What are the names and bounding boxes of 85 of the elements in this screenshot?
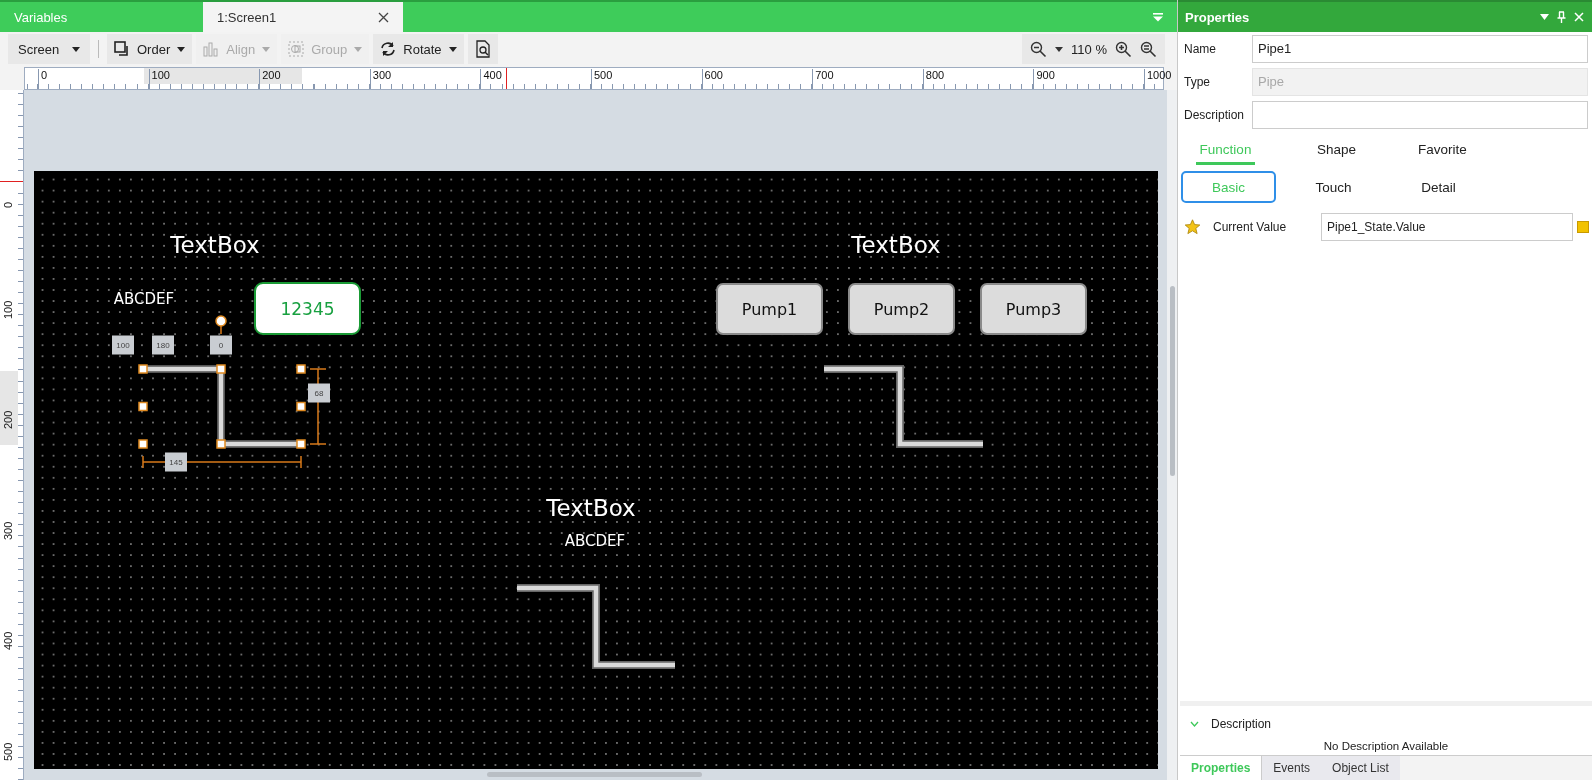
preview-button[interactable] (467, 34, 498, 64)
pipe[interactable] (517, 584, 675, 669)
scrollbar-thumb[interactable] (1170, 286, 1175, 476)
document-search-icon (474, 40, 491, 58)
rotation-handle[interactable] (215, 315, 227, 335)
field-label: Type (1183, 74, 1211, 89)
text-field[interactable]: Pipe1 (1252, 34, 1588, 63)
ruler-label: 500 (591, 69, 613, 89)
ruler-label: 400 (2, 632, 14, 651)
ruler-label: 200 (2, 410, 14, 430)
close-icon[interactable] (378, 11, 389, 23)
ruler-label: 700 (812, 69, 834, 89)
textbox-label[interactable]: TextBox (851, 232, 941, 258)
overlapping-squares-icon (114, 41, 130, 57)
text-field[interactable] (1252, 100, 1588, 129)
resize-handle[interactable] (138, 364, 148, 374)
pump-button[interactable]: Pump2 (848, 283, 955, 335)
zoom-fit-icon[interactable] (1140, 40, 1157, 58)
property-tab[interactable]: Favorite (1418, 135, 1467, 165)
zoom-out-icon[interactable] (1030, 40, 1048, 58)
star-icon[interactable] (1184, 219, 1201, 235)
zoom-level: 110 % (1071, 41, 1107, 57)
panel-tab[interactable]: Object List (1321, 756, 1400, 780)
zoom-in-icon[interactable] (1115, 40, 1132, 58)
resize-handle[interactable] (138, 401, 148, 412)
resize-handle[interactable] (138, 439, 148, 449)
ruler-label: 800 (922, 69, 945, 89)
ruler-label: 0 (2, 201, 14, 208)
ruler-label: 200 (259, 69, 281, 89)
subtab[interactable]: Touch (1286, 171, 1381, 203)
ruler-label: 500 (2, 742, 14, 761)
ruler-label: 900 (1033, 69, 1055, 89)
ruler-label: 100 (148, 69, 170, 89)
tag-field[interactable]: Pipe1_State.Value (1321, 213, 1573, 241)
text-label[interactable]: ABCDEF (564, 532, 626, 550)
ruler-label: 300 (2, 521, 14, 540)
dimension-tag: 145 (165, 452, 187, 472)
textbox-label[interactable]: TextBox (170, 232, 260, 258)
dropdown-icon[interactable] (1540, 14, 1549, 20)
ruler-label: 400 (480, 69, 502, 89)
dimension-tag: 0 (210, 335, 232, 355)
document-tab[interactable]: 1:Screen1 (203, 2, 403, 32)
caret-icon[interactable] (1055, 46, 1064, 52)
scrollbar-thumb[interactable] (487, 772, 702, 777)
screen-dropdown[interactable]: Screen (8, 34, 90, 64)
description-text: No Description Available (1322, 739, 1450, 754)
panel-title: Properties (1185, 9, 1250, 25)
pump-button[interactable]: Pump3 (980, 283, 1087, 335)
caret-icon (448, 46, 457, 52)
resize-handle[interactable] (216, 439, 226, 449)
caret-icon (177, 46, 186, 52)
toolbar-button[interactable]: Order (107, 34, 193, 64)
tab-label: Variables (14, 9, 68, 25)
caret-icon (72, 46, 80, 52)
pin-icon[interactable] (1557, 11, 1566, 23)
ruler-label: 600 (701, 69, 723, 89)
resize-handle[interactable] (296, 439, 306, 449)
caret-icon (354, 46, 363, 52)
ruler-label: 300 (369, 69, 392, 89)
caret-icon (262, 46, 271, 52)
resize-handle[interactable] (296, 364, 306, 374)
dimension-tag: 180 (152, 335, 174, 355)
ruler-label: 100 (2, 300, 14, 319)
bar-chart-icon (203, 41, 220, 57)
toolbar-button[interactable]: Rotate (373, 34, 464, 64)
subtab[interactable]: Detail (1391, 171, 1486, 203)
section-title: Description (1211, 717, 1272, 731)
field-label: Description (1183, 107, 1246, 122)
tab-label: 1:Screen1 (217, 9, 277, 25)
text-label[interactable]: ABCDEF (113, 290, 175, 308)
resize-handle[interactable] (296, 401, 306, 412)
ruler-label: 0 (38, 69, 48, 89)
textbox-label[interactable]: TextBox (546, 495, 636, 521)
ruler-label: 1000 (1144, 69, 1172, 89)
group-icon (288, 41, 305, 57)
pump-button[interactable]: Pump1 (716, 283, 823, 335)
rotate-icon (380, 41, 397, 57)
field-label: Name (1183, 41, 1217, 56)
dimension-tag: 100 (112, 335, 134, 355)
dimension-tag: 68 (308, 383, 330, 403)
resize-handle[interactable] (216, 364, 226, 374)
property-label: Current Value (1212, 220, 1288, 234)
panel-tab[interactable]: Events (1262, 756, 1322, 780)
property-tab[interactable]: Shape (1317, 135, 1357, 165)
pipe[interactable] (824, 365, 983, 448)
